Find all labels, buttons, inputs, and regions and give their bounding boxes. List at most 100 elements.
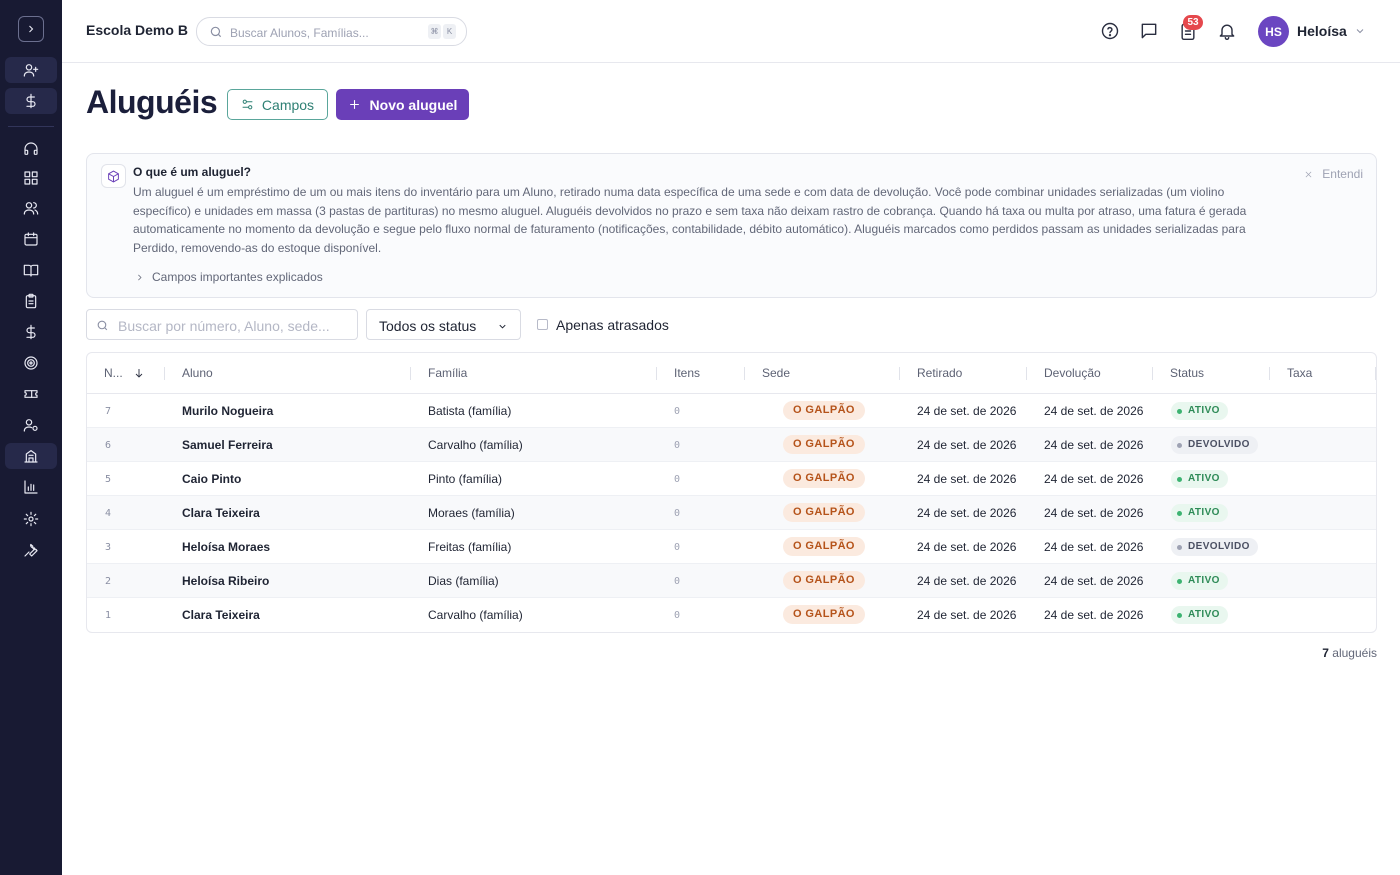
sort-down-icon[interactable] [133,367,145,379]
new-rental-button[interactable]: Novo aluguel [336,89,469,120]
sidebar-item-tickets[interactable] [5,381,57,407]
help-button[interactable] [1100,21,1120,41]
sidebar-item-people[interactable] [5,195,57,221]
column-header-familia[interactable]: Família [428,366,467,380]
wrench-icon [24,543,38,557]
family-name[interactable]: Carvalho (família) [428,438,523,452]
column-divider[interactable] [164,367,165,380]
column-header-retirado[interactable]: Retirado [917,366,962,380]
column-divider[interactable] [744,367,745,380]
student-name[interactable]: Murilo Nogueira [182,404,273,418]
family-name[interactable]: Dias (família) [428,574,499,588]
overdue-only-label[interactable]: Apenas atrasados [556,317,669,333]
family-name[interactable]: Batista (família) [428,404,511,418]
school-name[interactable]: Escola Demo B [86,22,188,38]
table-row[interactable]: 7 Murilo Nogueira Batista (família) 0 O GALP… [87,394,1376,428]
sidebar-item-support[interactable] [5,136,57,162]
status-filter-value: Todos os status [379,318,477,334]
sidebar-item-calendar[interactable] [5,226,57,252]
sidebar-item-tasks[interactable] [5,288,57,314]
rental-number: 5 [105,474,112,485]
column-divider[interactable] [656,367,657,380]
column-header-aluno[interactable]: Aluno [182,366,213,380]
sidebar-toggle-button[interactable] [18,16,44,42]
status-filter-select[interactable]: Todos os status [366,309,521,340]
sidebar-item-reports[interactable] [5,474,57,500]
location-badge: O GALPÃO [783,401,865,420]
avatar[interactable]: HS [1258,16,1289,47]
campos-button[interactable]: Campos [227,89,328,120]
column-header-status[interactable]: Status [1170,366,1204,380]
sidebar-item-add-student[interactable] [5,57,57,83]
gear-icon [23,511,39,527]
column-header-devolucao[interactable]: Devolução [1044,366,1101,380]
sidebar-item-finance[interactable] [5,319,57,345]
table-row[interactable]: 6 Samuel Ferreira Carvalho (família) 0 O GAL… [87,428,1376,462]
page-title: Aluguéis [86,84,218,120]
table-row[interactable]: 5 Caio Pinto Pinto (família) 0 O GALPÃO 24 de… [87,462,1376,496]
notification-count-badge: 53 [1183,15,1203,30]
important-fields-toggle[interactable]: Campos importantes explicados [135,270,323,284]
column-header-itens[interactable]: Itens [674,366,700,380]
table-row[interactable]: 3 Heloísa Moraes Freitas (família) 0 O GALPÃ… [87,530,1376,564]
info-panel-icon [101,164,126,188]
headset-icon [24,142,38,155]
sidebar-item-payments[interactable] [5,88,57,114]
return-date: 24 de set. de 2026 [1044,438,1144,452]
family-name[interactable]: Pinto (família) [428,472,502,486]
messages-button[interactable] [1139,21,1159,41]
student-name[interactable]: Caio Pinto [182,472,241,486]
table-header: N... Aluno Família Itens Sede Retirado D… [87,353,1376,394]
status-dot [1177,476,1182,482]
grid-icon [24,171,38,185]
student-name[interactable]: Heloísa Moraes [182,540,270,554]
student-name[interactable]: Clara Teixeira [182,506,260,520]
items-count: 0 [674,508,681,519]
table-row[interactable]: 2 Heloísa Ribeiro Dias (família) 0 O GALPÃO 2… [87,564,1376,598]
family-name[interactable]: Moraes (família) [428,506,515,520]
column-divider[interactable] [1375,367,1376,380]
status-dot [1177,578,1182,584]
student-name[interactable]: Heloísa Ribeiro [182,574,269,588]
dollar-icon [26,324,36,340]
family-name[interactable]: Freitas (família) [428,540,511,554]
sidebar-item-tools[interactable] [5,537,57,563]
student-name[interactable]: Samuel Ferreira [182,438,273,452]
return-date: 24 de set. de 2026 [1044,404,1144,418]
overdue-only-checkbox[interactable] [537,319,548,330]
sidebar-item-settings[interactable] [5,506,57,532]
column-divider[interactable] [899,367,900,380]
column-header-number[interactable]: N... [104,366,123,380]
sidebar-item-goals[interactable] [5,350,57,376]
family-name[interactable]: Carvalho (família) [428,608,523,622]
rental-search-input[interactable]: Buscar por número, Aluno, sede... [86,309,358,340]
column-divider[interactable] [1152,367,1153,380]
user-name[interactable]: Heloísa [1297,23,1347,39]
chat-icon [1141,23,1157,39]
status-label: ATIVO [1188,405,1220,416]
table-row[interactable]: 4 Clara Teixeira Moraes (família) 0 O GALPÃO… [87,496,1376,530]
sidebar-item-courses[interactable] [5,257,57,283]
column-header-taxa[interactable]: Taxa [1287,366,1312,380]
status-badge: DEVOLVIDO [1171,538,1258,556]
items-count: 0 [674,576,681,587]
column-divider[interactable] [1269,367,1270,380]
chevron-down-icon[interactable] [1354,25,1366,37]
sidebar-item-inventory[interactable] [5,443,57,469]
sidebar-item-staff[interactable] [5,412,57,438]
column-header-sede[interactable]: Sede [762,366,790,380]
notifications-button[interactable] [1217,21,1237,41]
sliders-icon [242,99,253,110]
return-date: 24 de set. de 2026 [1044,472,1144,486]
dismiss-info-button[interactable]: Entendi [1304,167,1363,181]
student-name[interactable]: Clara Teixeira [182,608,260,622]
column-divider[interactable] [410,367,411,380]
rental-number: 1 [105,610,112,621]
bell-icon [1219,24,1235,40]
table-row[interactable]: 1 Clara Teixeira Carvalho (família) 0 O GALP… [87,598,1376,632]
info-body: Um aluguel é um empréstimo de um ou mais… [133,185,1247,255]
sidebar-item-dashboard[interactable] [5,165,57,191]
column-divider[interactable] [1026,367,1027,380]
global-search-input[interactable]: Buscar Alunos, Famílias... ⌘ K [196,17,467,46]
ticket-icon [24,390,38,398]
